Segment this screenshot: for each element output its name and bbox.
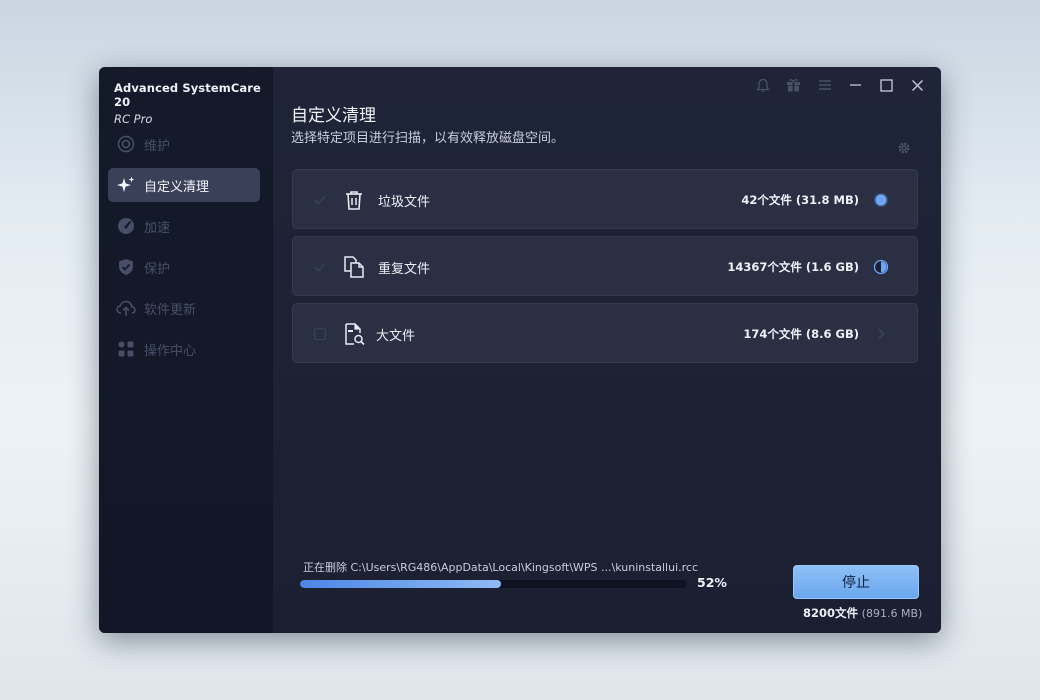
status-done-icon bbox=[873, 192, 889, 208]
sidebar-item-maintenance[interactable]: 维护 bbox=[108, 127, 260, 161]
sparkle-icon bbox=[116, 175, 136, 195]
delete-status: 正在删除 C:\Users\RG486\AppData\Local\Kingso… bbox=[303, 559, 698, 575]
trash-icon bbox=[341, 187, 367, 213]
clean-item-label: 重复文件 bbox=[378, 262, 431, 277]
checkbox-large-files[interactable] bbox=[313, 326, 327, 341]
clean-item-count: 174个文件 (8.6 GB) bbox=[743, 327, 859, 341]
clean-item-label: 大文件 bbox=[376, 329, 416, 344]
checkbox-junk-files[interactable] bbox=[313, 192, 327, 206]
file-search-icon bbox=[341, 321, 367, 347]
sidebar-item-label: 软件更新 bbox=[144, 302, 197, 318]
menu-icon[interactable] bbox=[809, 75, 840, 95]
app-name: Advanced SystemCare 20 bbox=[114, 81, 261, 109]
clean-item-duplicate-files[interactable]: 重复文件 14367个文件 (1.6 GB) bbox=[292, 236, 918, 296]
sidebar-item-speedup[interactable]: 加速 bbox=[108, 209, 260, 243]
status-progress-icon bbox=[873, 259, 889, 275]
sidebar-nav: 维护 自定义清理 加速 保护 软件更新 操作中心 bbox=[108, 127, 260, 373]
gear-icon[interactable] bbox=[897, 140, 911, 159]
cloud-upload-icon bbox=[116, 298, 136, 318]
sidebar-item-protect[interactable]: 保护 bbox=[108, 250, 260, 284]
titlebar-controls bbox=[747, 75, 933, 95]
sidebar-item-custom-clean[interactable]: 自定义清理 bbox=[108, 168, 260, 202]
sidebar-item-label: 保护 bbox=[144, 261, 171, 277]
close-icon[interactable] bbox=[902, 75, 933, 95]
page-title: 自定义清理 bbox=[291, 106, 376, 126]
app-window: Advanced SystemCare 20 RC Pro 维护 自定义清理 加… bbox=[99, 67, 941, 633]
sidebar-item-software-update[interactable]: 软件更新 bbox=[108, 291, 260, 325]
progress-percent: 52% bbox=[697, 575, 727, 590]
sidebar-item-action-center[interactable]: 操作中心 bbox=[108, 332, 260, 366]
cleaned-totals: 8200文件 (891.6 MB) bbox=[803, 605, 922, 621]
duplicate-files-icon bbox=[341, 254, 367, 280]
gift-icon[interactable] bbox=[778, 75, 809, 95]
sidebar-item-label: 维护 bbox=[144, 138, 171, 154]
shield-icon bbox=[116, 257, 136, 277]
progress-fill bbox=[300, 580, 502, 588]
clean-item-large-files[interactable]: 大文件 174个文件 (8.6 GB) bbox=[292, 303, 918, 363]
minimize-icon[interactable] bbox=[840, 75, 871, 95]
bell-icon[interactable] bbox=[747, 75, 778, 95]
clean-item-label: 垃圾文件 bbox=[378, 195, 431, 210]
progress-bar bbox=[300, 580, 687, 588]
maintenance-icon bbox=[116, 134, 136, 154]
chevron-right-icon bbox=[873, 326, 889, 342]
brand: Advanced SystemCare 20 RC Pro bbox=[114, 81, 273, 126]
cleaned-size: (891.6 MB) bbox=[861, 607, 923, 620]
page-subtitle: 选择特定项目进行扫描，以有效释放磁盘空间。 bbox=[291, 131, 565, 146]
sidebar-item-label: 加速 bbox=[144, 220, 171, 236]
maximize-icon[interactable] bbox=[871, 75, 902, 95]
grid-icon bbox=[116, 339, 136, 359]
speedometer-icon bbox=[116, 216, 136, 236]
checkbox-duplicate-files[interactable] bbox=[313, 259, 327, 273]
sidebar-item-label: 操作中心 bbox=[144, 343, 197, 359]
clean-item-count: 42个文件 (31.8 MB) bbox=[741, 193, 859, 207]
main-panel: 自定义清理 选择特定项目进行扫描，以有效释放磁盘空间。 垃圾文件 42个文件 (… bbox=[273, 67, 941, 633]
clean-item-junk-files[interactable]: 垃圾文件 42个文件 (31.8 MB) bbox=[292, 169, 918, 229]
stop-button[interactable]: 停止 bbox=[793, 565, 919, 599]
status-path: C:\Users\RG486\AppData\Local\Kingsoft\WP… bbox=[350, 561, 699, 574]
sidebar-item-label: 自定义清理 bbox=[144, 179, 210, 195]
app-edition: RC Pro bbox=[114, 112, 153, 126]
status-prefix: 正在删除 bbox=[303, 561, 347, 574]
sidebar: Advanced SystemCare 20 RC Pro 维护 自定义清理 加… bbox=[99, 67, 273, 633]
cleaned-file-count: 8200文件 bbox=[803, 606, 859, 620]
clean-item-count: 14367个文件 (1.6 GB) bbox=[727, 260, 859, 274]
